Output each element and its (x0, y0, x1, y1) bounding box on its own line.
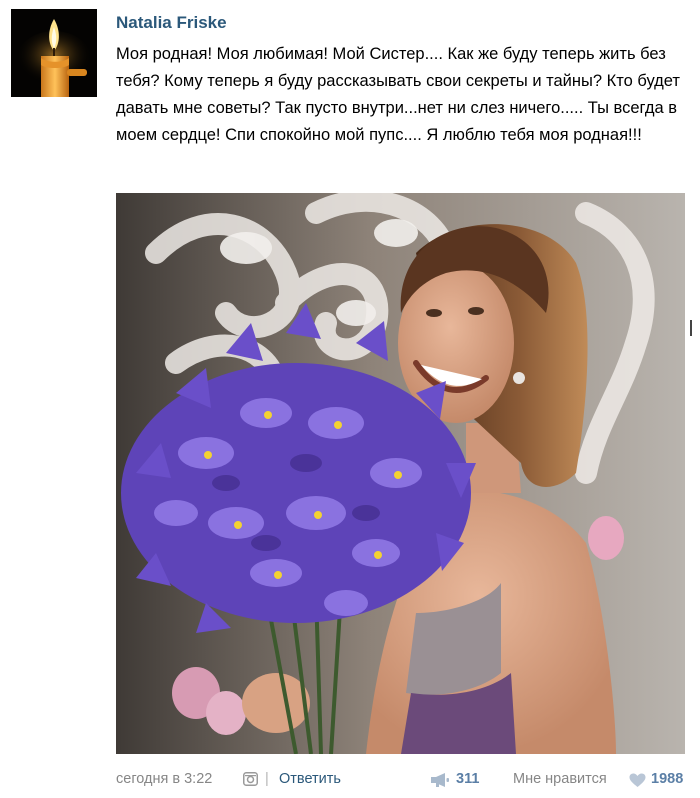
author-avatar[interactable] (11, 9, 97, 97)
heart-icon[interactable] (629, 773, 646, 788)
candle-icon (11, 9, 97, 97)
scroll-edge-marker (690, 320, 696, 336)
post-time-link[interactable]: сегодня в 3:22 (116, 771, 212, 787)
wall-post: Natalia Friske Моя родная! Моя любимая! … (0, 0, 700, 798)
megaphone-share-icon[interactable] (430, 772, 450, 788)
post-text: Моя родная! Моя любимая! Мой Систер.... … (116, 45, 680, 144)
post-footer: сегодня в 3:22 | Ответить 311 Мне нравит… (116, 771, 696, 793)
like-count[interactable]: 1988 (651, 771, 683, 787)
instagram-camera-icon[interactable] (243, 772, 258, 786)
photo-woman-with-irises (116, 193, 685, 754)
author-name-link[interactable]: Natalia Friske (116, 13, 227, 33)
share-count[interactable]: 311 (456, 771, 479, 787)
post-photo[interactable] (116, 193, 685, 754)
reply-link[interactable]: Ответить (279, 771, 341, 787)
footer-separator: | (265, 771, 269, 787)
like-label[interactable]: Мне нравится (513, 771, 607, 787)
